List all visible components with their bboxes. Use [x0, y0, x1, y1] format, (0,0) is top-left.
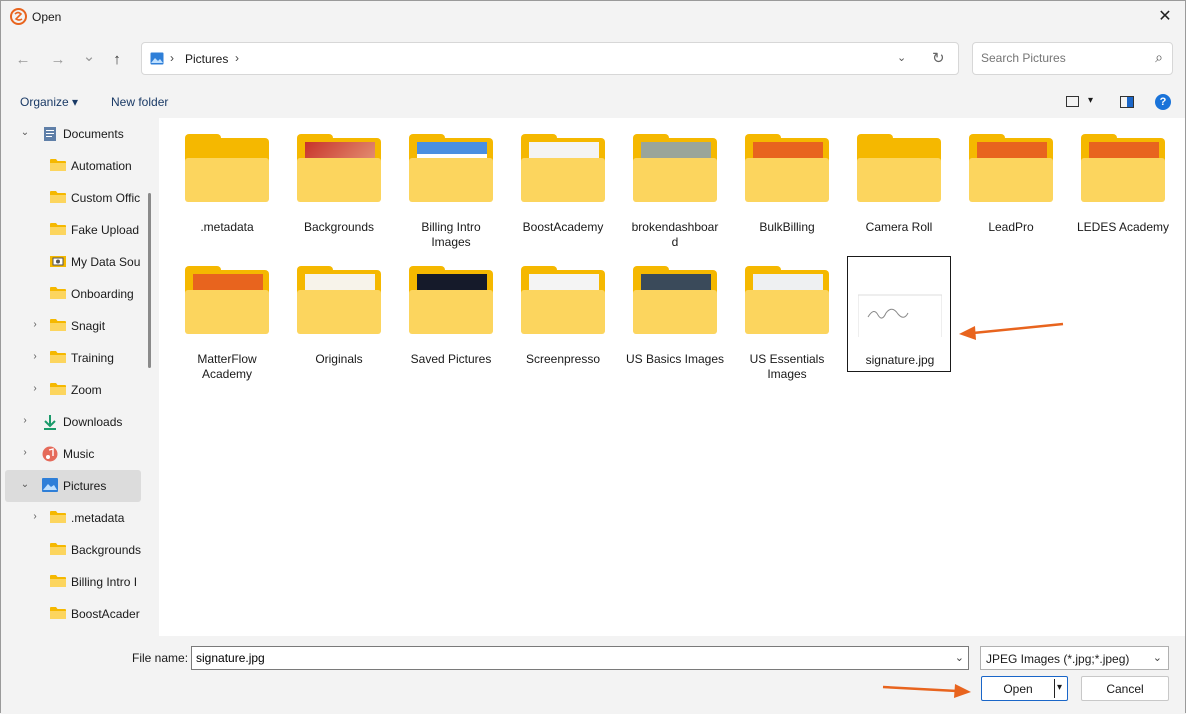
open-dialog: Open ✕ ← → ⌄ ↑ › Pictures › ⌄ ↻ ⌕ Organi…	[0, 0, 1186, 714]
annotation-arrow	[959, 322, 1064, 340]
annotation-arrows	[882, 322, 1064, 698]
annotation-arrow	[882, 684, 971, 698]
